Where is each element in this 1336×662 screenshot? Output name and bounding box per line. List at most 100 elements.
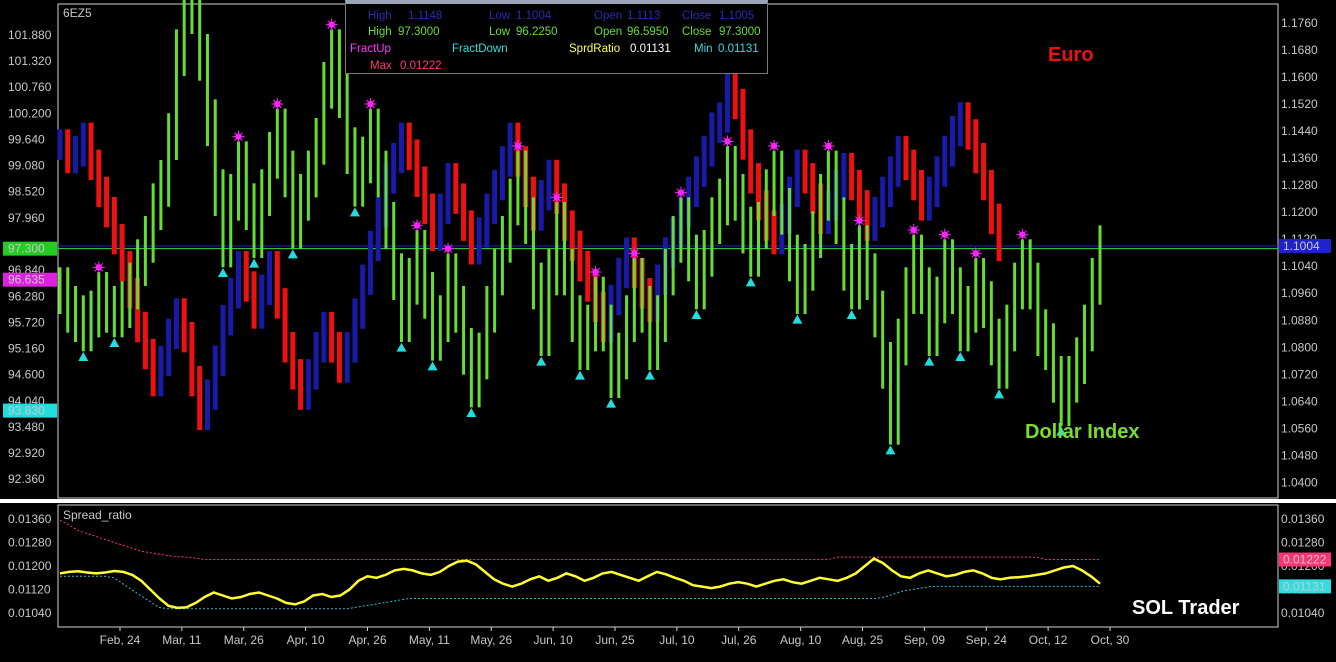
x-axis-label: Feb, 24 bbox=[100, 633, 141, 647]
x-axis-label: Mar, 11 bbox=[162, 633, 201, 647]
euro-open-label: Open bbox=[594, 10, 623, 22]
dollar-index-bar bbox=[198, 0, 202, 81]
panel-separator[interactable] bbox=[0, 499, 1336, 503]
lower-price-tag-text: 0.01222 bbox=[1283, 553, 1327, 567]
euro-bar bbox=[321, 311, 327, 363]
dollar-index-bar bbox=[89, 290, 93, 352]
dollar-index-bar bbox=[306, 150, 310, 221]
dollar-index-bar bbox=[958, 267, 962, 352]
euro-high-label: High bbox=[368, 10, 392, 22]
dollar-index-bar bbox=[120, 281, 124, 338]
dollar-index-bar bbox=[260, 169, 264, 258]
euro-bar bbox=[197, 365, 203, 431]
lower-left-tick-label: 0.01120 bbox=[8, 583, 51, 597]
dollar-index-bar bbox=[275, 108, 279, 179]
max-value: 0.01222 bbox=[400, 60, 442, 72]
left-tick-label: 98.520 bbox=[8, 185, 45, 199]
left-price-tag-text: 96.635 bbox=[8, 273, 45, 287]
dollar-index-bar bbox=[105, 272, 109, 333]
euro-bar bbox=[282, 288, 288, 363]
dollar-index-bar bbox=[888, 342, 892, 445]
dollar-index-bar bbox=[167, 113, 171, 207]
dollar-index-bar bbox=[881, 290, 885, 389]
lower-left-tick-label: 0.01360 bbox=[8, 512, 52, 526]
dollar-index-bar bbox=[1044, 309, 1048, 370]
dollar-index-bar bbox=[733, 146, 737, 221]
dollar-index-bar bbox=[951, 239, 955, 314]
left-tick-label: 95.160 bbox=[8, 342, 45, 356]
dollar-index-bar bbox=[1013, 262, 1017, 352]
dollar-index-bar bbox=[477, 332, 481, 408]
dollar-index-bar bbox=[632, 258, 636, 342]
euro-bar bbox=[717, 102, 723, 143]
dollar-index-bar bbox=[741, 174, 745, 254]
dollar-index-bar bbox=[764, 169, 768, 249]
dollar-index-bar bbox=[919, 234, 923, 314]
dollar-index-bar bbox=[438, 295, 442, 361]
lower-right-tick-label: 0.01040 bbox=[1281, 606, 1325, 620]
right-price-tags: 1.1004 bbox=[1279, 238, 1331, 253]
euro-bar bbox=[243, 251, 249, 302]
euro-bar bbox=[461, 183, 467, 241]
euro-bar bbox=[305, 359, 311, 410]
dollar-index-bar bbox=[694, 234, 698, 310]
dollar-index-bar bbox=[1075, 337, 1079, 403]
right-tick-label: 1.1040 bbox=[1281, 259, 1318, 273]
dollar-index-bar bbox=[112, 286, 116, 338]
lower-price-tag-text: 0.01131 bbox=[1283, 579, 1326, 593]
x-axis-label: Apr, 10 bbox=[287, 633, 325, 647]
euro-bar bbox=[236, 251, 242, 309]
euro-bar bbox=[546, 159, 552, 211]
dollar-index-bar bbox=[353, 127, 357, 207]
dollar-index-bar bbox=[609, 304, 613, 398]
dollar-index-bar bbox=[671, 216, 675, 296]
dollar-index-bar bbox=[749, 206, 753, 277]
euro-bar bbox=[950, 115, 956, 167]
euro-bar bbox=[57, 129, 63, 160]
euro-bar bbox=[96, 149, 102, 208]
euro-bar bbox=[220, 305, 226, 377]
dollar-index-bar bbox=[252, 183, 256, 258]
dollar-index-bar bbox=[842, 197, 846, 291]
fract-down-label: FractDown bbox=[452, 43, 508, 55]
euro-bar bbox=[748, 129, 754, 194]
right-tick-label: 1.1440 bbox=[1281, 124, 1318, 138]
lower-left-tick-label: 0.01200 bbox=[8, 559, 52, 573]
euro-bar bbox=[352, 298, 358, 363]
dollar-index-bar bbox=[446, 253, 450, 342]
euro-bar bbox=[251, 271, 257, 329]
info-box: High 1.1148 Low 1.1004 Open 1.1113 Close… bbox=[345, 0, 768, 74]
dollar-index-bar bbox=[803, 244, 807, 314]
dollar-index-series-label: Dollar Index bbox=[1025, 421, 1139, 443]
dollar-index-bar bbox=[710, 197, 714, 277]
dollar-index-bar bbox=[81, 295, 85, 352]
euro-bar bbox=[849, 153, 855, 201]
dollar-index-bar bbox=[407, 258, 411, 342]
dollar-index-bar bbox=[143, 216, 147, 286]
lower-right-tick-label: 0.01360 bbox=[1281, 512, 1325, 526]
euro-high-value: 1.1148 bbox=[408, 10, 443, 22]
dollar-index-bar bbox=[935, 276, 939, 356]
left-tick-label: 99.080 bbox=[8, 159, 45, 173]
euro-bar bbox=[585, 251, 591, 302]
euro-bar bbox=[709, 112, 715, 167]
euro-bar bbox=[973, 119, 979, 174]
max-label: Max bbox=[370, 60, 392, 72]
right-tick-label: 1.1360 bbox=[1281, 151, 1318, 165]
euro-bar bbox=[492, 169, 498, 224]
euro-bar bbox=[996, 203, 1002, 262]
lower-panel-title: Spread_ratio bbox=[63, 508, 132, 522]
dollar-index-bar bbox=[1028, 239, 1032, 310]
euro-bar bbox=[981, 142, 987, 201]
x-axis-label: Sep, 09 bbox=[904, 633, 946, 647]
euro-bar bbox=[414, 139, 420, 197]
right-tick-label: 1.1200 bbox=[1281, 205, 1318, 219]
symbol-label: 6EZ5 bbox=[63, 6, 92, 20]
right-tick-label: 1.0560 bbox=[1281, 421, 1318, 435]
euro-bar bbox=[810, 163, 816, 214]
euro-bar bbox=[911, 149, 917, 201]
dollar-index-bar bbox=[648, 286, 652, 370]
left-tick-label: 93.480 bbox=[8, 420, 45, 434]
dollar-index-bar bbox=[330, 29, 334, 109]
right-tick-label: 1.1520 bbox=[1281, 97, 1318, 111]
